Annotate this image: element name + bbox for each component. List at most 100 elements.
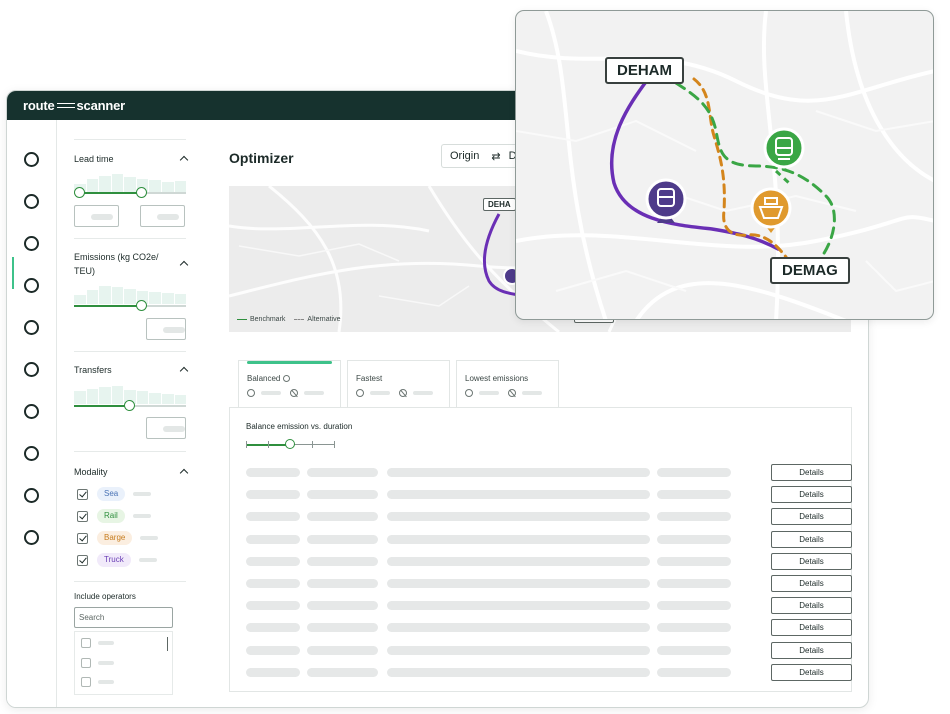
cell-placeholder <box>307 468 378 477</box>
modality-chevron-up-icon[interactable] <box>179 468 189 478</box>
zoomed-map-card[interactable]: DEHAM DEMAG <box>515 10 934 320</box>
sea-chip: Sea <box>97 487 126 501</box>
tab-balanced[interactable]: Balanced <box>238 360 341 408</box>
cell-placeholder <box>387 556 650 566</box>
nav-item-2-icon[interactable] <box>24 194 39 209</box>
alternative-dashed-line-icon <box>294 319 305 320</box>
transfers-chevron-up-icon[interactable] <box>179 366 189 376</box>
logo-left: route <box>23 98 55 113</box>
table-row[interactable]: Details <box>246 464 853 481</box>
details-button[interactable]: Details <box>771 597 852 615</box>
modality-row-rail[interactable]: Rail <box>77 509 151 523</box>
origin-label: Origin <box>450 150 480 162</box>
divider <box>74 238 186 239</box>
nav-item-3-icon[interactable] <box>24 236 39 251</box>
operator-item[interactable] <box>81 658 114 668</box>
lead-time-max-input[interactable] <box>140 205 185 227</box>
transfers-max-input[interactable] <box>146 417 186 439</box>
rail-chip: Rail <box>97 509 125 523</box>
filter-panel: Lead time Emissions (kg CO2e/ TEU) Trans… <box>57 120 205 707</box>
table-row[interactable]: Details <box>246 641 853 659</box>
table-row[interactable]: Details <box>246 552 853 570</box>
cell-placeholder <box>657 579 731 588</box>
lead-time-max-handle[interactable] <box>136 187 147 198</box>
logo-dash-icon <box>56 103 75 108</box>
table-row[interactable]: Details <box>246 597 853 615</box>
emissions-max-input[interactable] <box>146 318 186 340</box>
rail-checkbox[interactable] <box>77 510 88 522</box>
cell-placeholder <box>387 601 650 611</box>
modality-title: Modality <box>74 467 108 477</box>
destination-tag-demag[interactable]: DEMAG <box>770 257 850 284</box>
operator-list-scrollbar[interactable] <box>166 637 168 651</box>
modality-row-truck[interactable]: Truck <box>77 553 157 567</box>
placeholder-line <box>132 514 151 518</box>
nav-item-5-icon[interactable] <box>24 320 39 335</box>
emissions-chevron-up-icon[interactable] <box>179 260 189 270</box>
details-button[interactable]: Details <box>771 663 852 681</box>
table-row[interactable]: Details <box>246 663 853 681</box>
operator-search-input[interactable]: Search <box>74 607 173 628</box>
table-row[interactable]: Details <box>246 508 853 526</box>
barge-checkbox[interactable] <box>77 532 88 544</box>
operator-item[interactable] <box>81 677 114 687</box>
nav-item-4-icon[interactable] <box>24 278 39 293</box>
cell-placeholder <box>246 556 300 566</box>
info-icon[interactable] <box>282 375 290 382</box>
details-button[interactable]: Details <box>771 464 852 481</box>
include-operators-title: Include operators <box>74 592 136 601</box>
details-button[interactable]: Details <box>771 486 852 504</box>
modality-row-sea[interactable]: Sea <box>77 487 152 501</box>
sea-checkbox[interactable] <box>77 488 88 500</box>
nav-item-1-icon[interactable] <box>24 152 39 167</box>
nav-item-6-icon[interactable] <box>24 362 39 377</box>
table-row[interactable]: Details <box>246 619 853 637</box>
tab-fastest[interactable]: Fastest <box>347 360 450 408</box>
cell-placeholder <box>657 534 731 544</box>
origin-tag-deham[interactable]: DEHAM <box>605 57 684 84</box>
map-origin-tag[interactable]: DEHA <box>483 198 516 211</box>
cell-placeholder <box>307 601 378 611</box>
cell-placeholder <box>657 468 731 477</box>
cell-placeholder <box>246 468 300 477</box>
transfers-title: Transfers <box>74 365 112 375</box>
table-row[interactable]: Details <box>246 575 853 592</box>
cell-placeholder <box>246 645 300 655</box>
nav-rail <box>7 120 57 707</box>
tab-lowest-emissions[interactable]: Lowest emissions <box>456 360 559 408</box>
emissions-histogram <box>74 286 187 304</box>
details-button[interactable]: Details <box>771 619 852 637</box>
table-row[interactable]: Details <box>246 530 853 548</box>
truck-checkbox[interactable] <box>77 554 88 566</box>
details-button[interactable]: Details <box>771 552 852 570</box>
cell-placeholder <box>246 512 300 522</box>
logo[interactable]: route scanner <box>23 98 125 113</box>
zoomed-map-graphic <box>516 11 933 319</box>
emissions-slider-fill <box>74 305 141 307</box>
details-button[interactable]: Details <box>771 508 852 526</box>
nav-item-9-icon[interactable] <box>24 488 39 503</box>
ship-pin-icon <box>750 187 792 233</box>
results-title: Balance emission vs. duration <box>246 422 353 431</box>
nav-item-7-icon[interactable] <box>24 404 39 419</box>
lead-time-min-handle[interactable] <box>74 187 85 198</box>
lead-time-chevron-up-icon[interactable] <box>179 155 189 165</box>
balance-slider-handle[interactable] <box>285 439 295 449</box>
balance-slider[interactable] <box>246 439 335 449</box>
page-title: Optimizer <box>229 150 294 166</box>
emissions-max-handle[interactable] <box>136 300 147 311</box>
swap-icon[interactable]: ⇄ <box>491 150 500 163</box>
nav-item-10-icon[interactable] <box>24 530 39 545</box>
details-button[interactable]: Details <box>771 641 852 659</box>
details-button[interactable]: Details <box>771 575 852 592</box>
transfers-max-handle[interactable] <box>124 400 135 411</box>
lead-time-min-input[interactable] <box>74 205 119 227</box>
cell-placeholder <box>246 534 300 544</box>
placeholder-line <box>140 536 159 540</box>
table-row[interactable]: Details <box>246 486 853 504</box>
nav-item-8-icon[interactable] <box>24 446 39 461</box>
cell-placeholder <box>657 556 731 566</box>
operator-item[interactable] <box>81 638 114 648</box>
details-button[interactable]: Details <box>771 530 852 548</box>
modality-row-barge[interactable]: Barge <box>77 531 159 545</box>
